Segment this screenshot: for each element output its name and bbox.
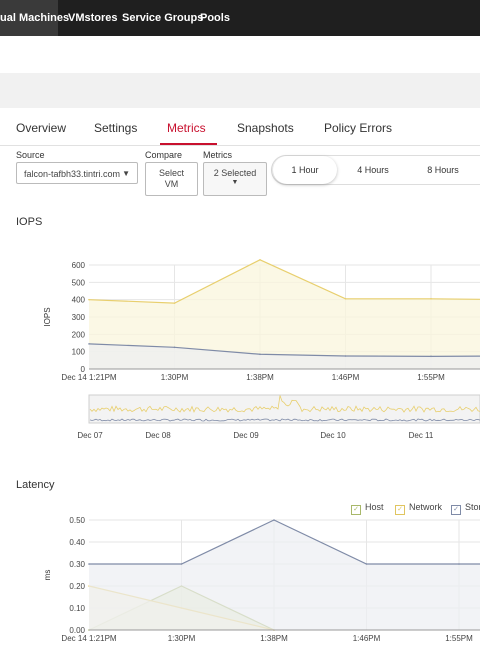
source-label: Source — [16, 150, 45, 160]
metrics-button-label: 2 Selected — [213, 168, 257, 178]
navigator-x-tick-label: Dec 08 — [145, 431, 171, 440]
source-select[interactable]: falcon-tafbh33.tintri.com ▼ — [16, 162, 138, 184]
caret-down-icon: ▼ — [122, 169, 130, 178]
time-4-hours-button[interactable]: 4 Hours — [344, 156, 402, 184]
nav-item-service-groups[interactable]: Service Groups — [122, 0, 203, 36]
latency-x-tick-label: Dec 14 1:21PM — [61, 634, 116, 643]
iops-x-tick-label: 1:55PM — [417, 373, 445, 382]
iops-y-tick-label: 200 — [72, 330, 86, 339]
latency-x-tick-label: 1:30PM — [168, 634, 196, 643]
iops-y-axis-label: IOPS — [43, 307, 52, 326]
iops-y-tick-label: 300 — [72, 313, 86, 322]
latency-y-tick-label: 0.20 — [69, 582, 85, 591]
iops-series-1-point — [259, 353, 261, 356]
compare-button-line1: Select — [158, 168, 184, 178]
iops-series-1-point — [344, 355, 347, 357]
metrics-label: Metrics — [203, 150, 232, 160]
navigator-axis: Dec 07 Dec 08 Dec 09 Dec 10 Dec 11 — [77, 431, 434, 440]
latency-series-2-point — [458, 563, 460, 565]
iops-series-1-point — [88, 343, 90, 345]
tab-snapshots[interactable]: Snapshots — [237, 121, 294, 135]
latency-y-tick-label: 0.10 — [69, 604, 85, 613]
latency-series-2-point — [88, 563, 90, 565]
iops-x-tick-label: Dec 14 1:21PM — [61, 373, 116, 382]
latency-y-tick-label: 0.30 — [69, 560, 85, 569]
legend-host-label: Host — [365, 502, 384, 512]
iops-series-0-point — [259, 259, 261, 261]
iops-navigator-chart[interactable]: Dec 07 Dec 08 Dec 09 Dec 10 Dec 11 — [0, 392, 480, 444]
header-banner — [0, 73, 480, 108]
tab-overview[interactable]: Overview — [16, 121, 66, 135]
iops-y-tick-label: 500 — [72, 278, 86, 287]
tab-bar: Overview Settings Metrics Snapshots Poli… — [0, 109, 480, 146]
nav-item-pools[interactable]: Pools — [200, 0, 230, 36]
caret-down-icon: ▼ — [231, 179, 239, 186]
latency-y-tick-label: 0.50 — [69, 516, 85, 525]
latency-x-tick-label: 1:46PM — [353, 634, 381, 643]
nav-item-virtual-machines[interactable]: ual Machines — [0, 0, 69, 36]
tab-policy-errors[interactable]: Policy Errors — [324, 121, 392, 135]
iops-series-0-point — [430, 298, 432, 300]
time-1-hour-button[interactable]: 1 Hour — [273, 156, 337, 184]
iops-series-1-point — [173, 346, 176, 349]
legend-storage-label: Stor — [465, 502, 480, 512]
time-8-hours-button[interactable]: 8 Hours — [414, 156, 472, 184]
navigator-x-tick-label: Dec 11 — [409, 431, 434, 440]
tab-settings[interactable]: Settings — [94, 121, 137, 135]
compare-select-vm-button[interactable]: Select VM — [145, 162, 198, 196]
tab-metrics[interactable]: Metrics — [167, 121, 206, 135]
latency-series-2-point — [180, 563, 183, 565]
metrics-dropdown-button[interactable]: 2 Selected ▼ — [203, 162, 267, 196]
compare-button-line2: VM — [164, 179, 179, 189]
source-value: falcon-tafbh33.tintri.com — [24, 169, 121, 179]
navigator-x-tick-label: Dec 07 — [77, 431, 103, 440]
latency-x-tick-label: 1:38PM — [260, 634, 288, 643]
iops-series-1-point — [430, 355, 432, 358]
legend-network-label: Network — [409, 502, 443, 512]
iops-y-tick-label: 100 — [72, 348, 86, 357]
latency-x-tick-label: 1:55PM — [445, 634, 473, 643]
iops-x-tick-label: 1:30PM — [161, 373, 189, 382]
latency-series-2-area — [89, 520, 480, 630]
time-range-group: 1 Hour 4 Hours 8 Hours — [271, 155, 480, 185]
active-tab-indicator — [160, 143, 217, 145]
latency-chart[interactable]: 0.500.400.300.200.100.00Dec 14 1:21PM 1:3… — [0, 512, 480, 650]
iops-series-0-point — [88, 298, 90, 301]
iops-x-tick-label: 1:38PM — [246, 373, 274, 382]
latency-series-2-point — [365, 563, 368, 565]
nav-item-vmstores[interactable]: VMstores — [68, 0, 118, 36]
iops-y-tick-label: 400 — [72, 296, 86, 305]
iops-series-0-point — [344, 298, 347, 300]
navigator-x-tick-label: Dec 09 — [233, 431, 259, 440]
iops-chart[interactable]: 6005004003002001000Dec 14 1:21PM 1:30PM 1:… — [0, 250, 480, 390]
latency-y-axis-label: ms — [43, 570, 52, 581]
iops-series-0-point — [173, 302, 176, 304]
latency-section-title: Latency — [16, 479, 55, 491]
iops-y-tick-label: 600 — [72, 261, 86, 270]
latency-series-2-point — [273, 519, 275, 521]
iops-section-title: IOPS — [16, 216, 43, 228]
navigator-x-tick-label: Dec 10 — [320, 431, 346, 440]
compare-label: Compare — [145, 150, 183, 160]
iops-x-tick-label: 1:46PM — [332, 373, 360, 382]
latency-y-tick-label: 0.40 — [69, 538, 85, 547]
top-nav: ual Machines VMstores Service Groups Poo… — [0, 0, 480, 36]
